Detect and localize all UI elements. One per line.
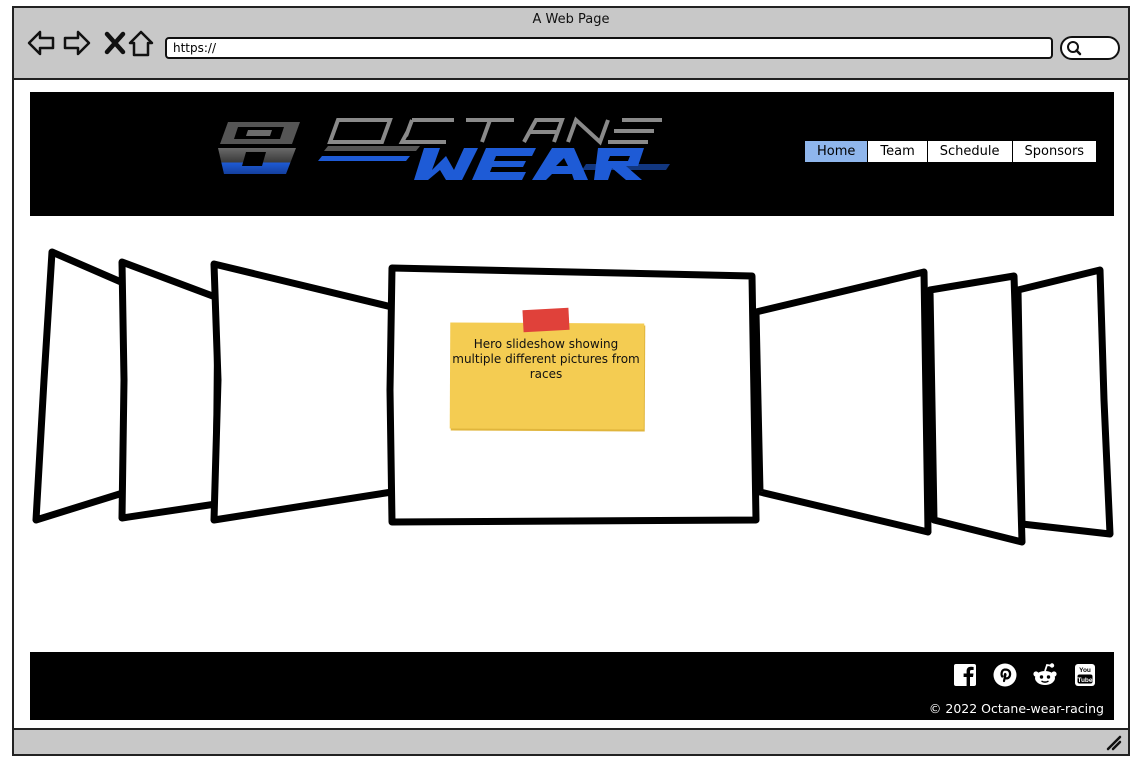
nav-home[interactable]: Home	[804, 140, 869, 163]
site-header: Home Team Schedule Sponsors	[30, 92, 1114, 216]
main-nav: Home Team Schedule Sponsors	[804, 139, 1099, 164]
sticky-tape	[522, 307, 570, 333]
slide-far-left	[32, 248, 132, 524]
svg-text:You: You	[1079, 667, 1091, 674]
nav-sponsors[interactable]: Sponsors	[1011, 140, 1098, 163]
svg-text:Tube: Tube	[1077, 677, 1092, 684]
youtube-icon[interactable]: You Tube	[1072, 662, 1098, 688]
status-bar	[14, 728, 1128, 754]
search-box[interactable]	[1060, 36, 1120, 60]
copyright-text: © 2022 Octane-wear-racing	[928, 701, 1104, 716]
slide-far-right	[1014, 266, 1114, 538]
forward-arrow-icon[interactable]	[62, 28, 92, 58]
home-icon[interactable]	[126, 28, 156, 58]
window-title: A Web Page	[532, 12, 610, 27]
resize-grip-icon[interactable]	[1106, 735, 1122, 751]
slide-right-2	[926, 272, 1026, 546]
reddit-icon[interactable]	[1032, 662, 1058, 688]
slide-left-2	[118, 258, 222, 522]
octane-wear-logo[interactable]	[210, 116, 670, 186]
pinterest-icon[interactable]	[992, 662, 1018, 688]
back-arrow-icon[interactable]	[26, 28, 56, 58]
nav-schedule[interactable]: Schedule	[926, 140, 1013, 163]
site-footer: You Tube © 2022 Octane-wear-racing	[30, 652, 1114, 720]
address-bar[interactable]: https://	[165, 37, 1053, 59]
social-links: You Tube	[952, 662, 1098, 688]
slide-left-1	[210, 260, 400, 524]
facebook-icon[interactable]	[952, 662, 978, 688]
search-icon	[1067, 41, 1082, 56]
slide-right-1	[752, 268, 932, 536]
nav-team[interactable]: Team	[867, 140, 928, 163]
sticky-note-text: Hero slideshow showing multiple differen…	[452, 337, 640, 381]
browser-toolbar: A Web Page https://	[14, 8, 1128, 80]
